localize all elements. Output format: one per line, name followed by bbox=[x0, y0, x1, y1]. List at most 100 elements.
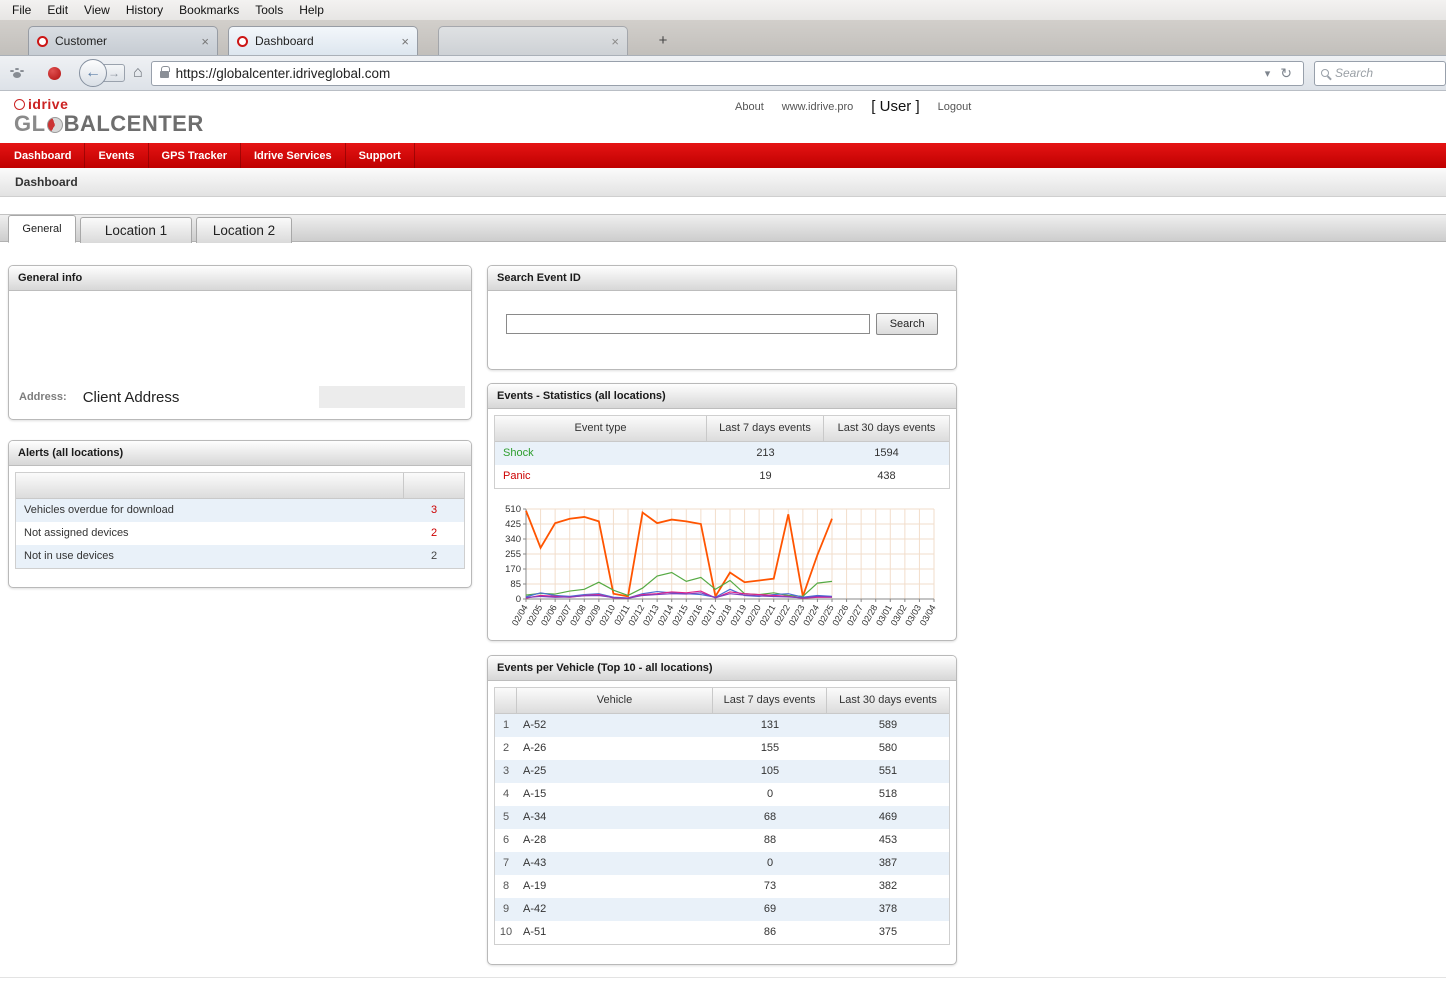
main-nav: Dashboard Events GPS Tracker Idrive Serv… bbox=[0, 143, 1446, 168]
vehicle-cell: A-42 bbox=[517, 898, 713, 921]
vehicle-table: Vehicle Last 7 days events Last 30 days … bbox=[494, 687, 950, 945]
event-id-input[interactable] bbox=[506, 314, 870, 334]
menu-help[interactable]: Help bbox=[291, 1, 332, 19]
menu-bookmarks[interactable]: Bookmarks bbox=[171, 1, 247, 19]
rank-cell: 5 bbox=[495, 806, 517, 829]
vehicle-cell: A-25 bbox=[517, 760, 713, 783]
globe-icon bbox=[47, 117, 63, 133]
last7-cell: 88 bbox=[713, 829, 827, 852]
events-chart-wrap: 08517025534042551002/0402/0502/0602/0702… bbox=[496, 503, 948, 646]
menu-history[interactable]: History bbox=[118, 1, 171, 19]
tab-location-2[interactable]: Location 2 bbox=[196, 217, 292, 243]
browser-menubar: File Edit View History Bookmarks Tools H… bbox=[0, 0, 1446, 20]
logout-link[interactable]: Logout bbox=[938, 101, 972, 113]
new-tab-button[interactable]: + bbox=[650, 31, 676, 51]
close-icon[interactable]: × bbox=[201, 35, 209, 48]
vehicle-cell: A-15 bbox=[517, 783, 713, 806]
events-chart: 08517025534042551002/0402/0502/0602/0702… bbox=[496, 503, 942, 641]
last30-cell: 580 bbox=[827, 737, 949, 760]
page-tabstrip: General Location 1 Location 2 bbox=[0, 214, 1446, 242]
home-icon[interactable]: ⌂ bbox=[133, 64, 143, 82]
browser-search-box[interactable]: Search bbox=[1314, 61, 1446, 86]
logo-center-right: BALCENTER bbox=[64, 111, 204, 137]
rank-cell: 6 bbox=[495, 829, 517, 852]
alerts-panel: Alerts (all locations) Vehicles overdue … bbox=[8, 440, 472, 588]
rank-cell: 9 bbox=[495, 898, 517, 921]
col-last30: Last 30 days events bbox=[824, 416, 949, 441]
rank-cell: 7 bbox=[495, 852, 517, 875]
stats-table: Event type Last 7 days events Last 30 da… bbox=[494, 415, 950, 489]
alert-value: 2 bbox=[404, 522, 464, 545]
nav-item-events[interactable]: Events bbox=[85, 143, 148, 168]
about-link[interactable]: About bbox=[735, 101, 764, 113]
paw-extension-icon[interactable] bbox=[10, 68, 24, 78]
vehicle-cell: A-43 bbox=[517, 852, 713, 875]
svg-text:425: 425 bbox=[505, 519, 521, 530]
browser-tab-customer[interactable]: Customer × bbox=[28, 26, 218, 55]
user-label[interactable]: [ User ] bbox=[871, 98, 919, 115]
event-type-cell: Shock bbox=[495, 442, 707, 465]
logo-c-icon bbox=[14, 99, 25, 110]
vehicle-row: 8A-1973382 bbox=[495, 875, 949, 898]
address-label: Address: bbox=[19, 391, 67, 403]
website-link[interactable]: www.idrive.pro bbox=[782, 101, 854, 113]
nav-item-gps-tracker[interactable]: GPS Tracker bbox=[149, 143, 241, 168]
events-statistics-panel: Events - Statistics (all locations) Even… bbox=[487, 383, 957, 641]
stats-rows: Shock2131594Panic19438 bbox=[495, 442, 949, 488]
alerts-header-empty bbox=[16, 473, 404, 498]
col-last7: Last 7 days events bbox=[713, 688, 827, 713]
menu-edit[interactable]: Edit bbox=[39, 1, 76, 19]
back-button[interactable]: ← bbox=[79, 59, 107, 87]
last30-cell: 438 bbox=[824, 465, 949, 488]
events-per-vehicle-panel: Events per Vehicle (Top 10 - all locatio… bbox=[487, 655, 957, 965]
menu-file[interactable]: File bbox=[4, 1, 39, 19]
col-vehicle: Vehicle bbox=[517, 688, 713, 713]
menu-tools[interactable]: Tools bbox=[247, 1, 291, 19]
general-info-panel: General info Address: Client Address bbox=[8, 265, 472, 420]
col-last30: Last 30 days events bbox=[827, 688, 949, 713]
nav-item-idrive-services[interactable]: Idrive Services bbox=[241, 143, 346, 168]
tab-title: Customer bbox=[55, 34, 195, 48]
reload-icon[interactable]: ↻ bbox=[1275, 65, 1297, 82]
last30-cell: 551 bbox=[827, 760, 949, 783]
search-event-panel: Search Event ID Search bbox=[487, 265, 957, 370]
vehicle-cell: A-19 bbox=[517, 875, 713, 898]
record-extension-icon[interactable] bbox=[48, 67, 61, 80]
screen: File Edit View History Bookmarks Tools H… bbox=[0, 0, 1446, 990]
page-bottom-line bbox=[0, 977, 1446, 978]
idrive-favicon bbox=[237, 36, 248, 47]
site-header: idrive GL BALCENTER About www.idrive.pro… bbox=[0, 92, 1446, 143]
nav-item-dashboard[interactable]: Dashboard bbox=[0, 143, 85, 168]
alerts-rows: Vehicles overdue for download3Not assign… bbox=[16, 499, 464, 568]
lock-icon bbox=[160, 71, 169, 78]
tab-location-1[interactable]: Location 1 bbox=[80, 217, 192, 243]
vehicle-row: 10A-5186375 bbox=[495, 921, 949, 944]
close-icon[interactable]: × bbox=[611, 35, 619, 48]
url-bar[interactable]: https://globalcenter.idriveglobal.com ▾ … bbox=[151, 61, 1304, 86]
last7-cell: 155 bbox=[713, 737, 827, 760]
nav-item-support[interactable]: Support bbox=[346, 143, 415, 168]
rank-cell: 1 bbox=[495, 714, 517, 737]
last30-cell: 382 bbox=[827, 875, 949, 898]
rank-cell: 3 bbox=[495, 760, 517, 783]
alert-label: Vehicles overdue for download bbox=[16, 499, 404, 522]
idrive-logo: idrive GL BALCENTER bbox=[14, 96, 204, 137]
last30-cell: 589 bbox=[827, 714, 949, 737]
browser-tab-dashboard[interactable]: Dashboard × bbox=[228, 26, 418, 55]
tab-general[interactable]: General bbox=[8, 215, 76, 243]
last7-cell: 0 bbox=[713, 852, 827, 875]
address-row: Address: Client Address bbox=[19, 385, 465, 409]
last7-cell: 68 bbox=[713, 806, 827, 829]
menu-view[interactable]: View bbox=[76, 1, 118, 19]
last30-cell: 1594 bbox=[824, 442, 949, 465]
rank-cell: 4 bbox=[495, 783, 517, 806]
last7-cell: 105 bbox=[713, 760, 827, 783]
panel-title: Events - Statistics (all locations) bbox=[488, 384, 956, 409]
chevron-down-icon[interactable]: ▾ bbox=[1260, 67, 1276, 80]
last30-cell: 375 bbox=[827, 921, 949, 944]
close-icon[interactable]: × bbox=[401, 35, 409, 48]
vehicle-rows: 1A-521315892A-261555803A-251055514A-1505… bbox=[495, 714, 949, 944]
browser-tab-blank[interactable]: × bbox=[438, 26, 628, 55]
search-button[interactable]: Search bbox=[876, 313, 938, 335]
last30-cell: 387 bbox=[827, 852, 949, 875]
